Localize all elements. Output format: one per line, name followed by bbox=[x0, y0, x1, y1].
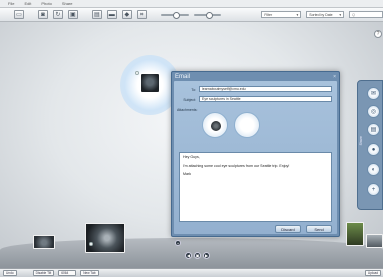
filter-dropdown[interactable]: Filter ▾ bbox=[261, 11, 302, 18]
message-line: Mark bbox=[183, 172, 191, 177]
subject-field[interactable]: Eye sculptures in Seattle bbox=[199, 96, 332, 102]
menu-edit[interactable]: Edit bbox=[24, 1, 31, 6]
prev-icon: ◀ bbox=[186, 253, 191, 258]
folder-button[interactable]: ▬ bbox=[106, 10, 117, 19]
photo-handle[interactable] bbox=[89, 242, 93, 246]
undo-button[interactable]: Undo bbox=[3, 270, 17, 276]
play-button[interactable]: ▣ bbox=[194, 252, 201, 259]
album-icon: ◐ bbox=[371, 166, 376, 173]
subject-label: Subject: bbox=[183, 98, 196, 102]
tag-button[interactable]: ◆ bbox=[121, 10, 132, 19]
share-panel-tab[interactable]: Share bbox=[359, 136, 363, 145]
dialog-title: Email bbox=[175, 74, 191, 80]
menu-photo[interactable]: Photo bbox=[41, 1, 51, 6]
album-icon: ▤ bbox=[93, 11, 100, 18]
sort-dropdown-label: Sorted by Date bbox=[309, 12, 333, 17]
globe-icon: ◎ bbox=[370, 109, 377, 115]
chevron-down-icon: ▾ bbox=[339, 12, 342, 17]
attachment-slot-empty[interactable] bbox=[234, 112, 260, 138]
share-more-button[interactable]: + bbox=[367, 183, 380, 196]
add-button[interactable]: + bbox=[175, 240, 181, 246]
share-disc-button[interactable]: ● bbox=[367, 143, 380, 156]
to-field[interactable]: learnaboutmyself@cmu.edu bbox=[199, 86, 332, 92]
share-web-button[interactable]: ◎ bbox=[367, 105, 380, 118]
send-button[interactable]: Send bbox=[306, 225, 332, 233]
message-body[interactable]: Hey Guys, I'm attaching some cool eye sc… bbox=[179, 152, 332, 222]
more-icon: + bbox=[371, 186, 376, 193]
discard-button[interactable]: Discard bbox=[275, 225, 301, 233]
new-tab-button[interactable]: New Tab bbox=[80, 270, 99, 276]
selected-photo[interactable] bbox=[140, 73, 160, 93]
envelope-icon: ✉ bbox=[370, 91, 377, 97]
toolbar: ▭ ◙ ↻ ▣ ▤ ▬ ◆ ⌗ Filter ▾ Sorted by Date … bbox=[0, 8, 383, 22]
upload-button[interactable]: Upload bbox=[364, 270, 381, 276]
filter-dropdown-label: Filter bbox=[264, 12, 273, 17]
close-icon[interactable]: × bbox=[333, 74, 336, 80]
plus-icon: + bbox=[176, 240, 180, 246]
share-email-button[interactable]: ✉ bbox=[367, 87, 380, 100]
play-icon: ▣ bbox=[195, 253, 200, 258]
tag-icon: ◆ bbox=[124, 11, 130, 18]
attachment-photo bbox=[211, 121, 221, 131]
search-input[interactable]: Q bbox=[349, 11, 383, 18]
menu-file[interactable]: File bbox=[8, 1, 14, 6]
tilt-toggle-button[interactable]: Disable Tilt bbox=[32, 270, 55, 276]
import-button[interactable]: ◙ bbox=[37, 10, 48, 19]
slideshow-button[interactable]: ▣ bbox=[67, 10, 78, 19]
share-album-button[interactable]: ◐ bbox=[367, 163, 380, 176]
message-line: Hey Guys, bbox=[183, 155, 200, 159]
rotate-icon: ↻ bbox=[55, 11, 61, 18]
tilt-slider[interactable] bbox=[193, 11, 222, 19]
filmstrip-thumb[interactable] bbox=[366, 234, 383, 248]
share-panel: Share ✉ ◎ ▤ ● ◐ + bbox=[357, 80, 383, 210]
print-icon: ▤ bbox=[370, 127, 377, 133]
chevron-down-icon: ▾ bbox=[296, 12, 299, 17]
filmstrip-thumb[interactable] bbox=[33, 235, 55, 249]
menu-share[interactable]: Share bbox=[62, 1, 73, 6]
filmstrip-thumb[interactable] bbox=[346, 222, 364, 246]
album-button[interactable]: ▤ bbox=[91, 10, 102, 19]
monitor-icon: ▭ bbox=[16, 11, 22, 18]
menu-bar: File Edit Photo Share bbox=[0, 0, 383, 8]
message-line: I'm attaching some cool eye sculptures f… bbox=[183, 163, 290, 168]
photo-handle[interactable] bbox=[135, 71, 139, 75]
help-button[interactable]: ? bbox=[374, 30, 382, 38]
disc-icon: ● bbox=[371, 146, 376, 153]
to-label: To: bbox=[191, 88, 196, 92]
zoom-slider[interactable] bbox=[160, 11, 189, 19]
email-dialog: Email × To: learnaboutmyself@cmu.edu Sub… bbox=[171, 71, 340, 237]
camera-icon: ◙ bbox=[41, 11, 45, 18]
crop-icon: ⌗ bbox=[140, 11, 144, 18]
previous-button[interactable]: ◀ bbox=[185, 252, 192, 259]
dialog-body: To: learnaboutmyself@cmu.edu Subject: Ey… bbox=[174, 81, 337, 234]
rotate-button[interactable]: ↻ bbox=[52, 10, 63, 19]
attachment-thumb[interactable] bbox=[202, 112, 228, 138]
search-icon: Q bbox=[352, 12, 355, 17]
status-bar: Undo Disable Tilt 6064 New Tab Upload bbox=[0, 268, 383, 277]
next-button[interactable]: ▶ bbox=[203, 252, 210, 259]
next-icon: ▶ bbox=[204, 253, 209, 258]
crop-button[interactable]: ⌗ bbox=[136, 10, 147, 19]
view-mode-button[interactable]: ▭ bbox=[14, 10, 24, 19]
sort-dropdown[interactable]: Sorted by Date ▾ bbox=[306, 11, 345, 18]
status-field[interactable]: 6064 bbox=[58, 270, 77, 276]
slideshow-icon: ▣ bbox=[70, 11, 76, 18]
folder-icon: ▬ bbox=[108, 11, 115, 18]
filmstrip-thumb[interactable] bbox=[85, 223, 125, 253]
share-print-button[interactable]: ▤ bbox=[367, 123, 380, 136]
attachments-label: Attachments: bbox=[177, 108, 198, 112]
